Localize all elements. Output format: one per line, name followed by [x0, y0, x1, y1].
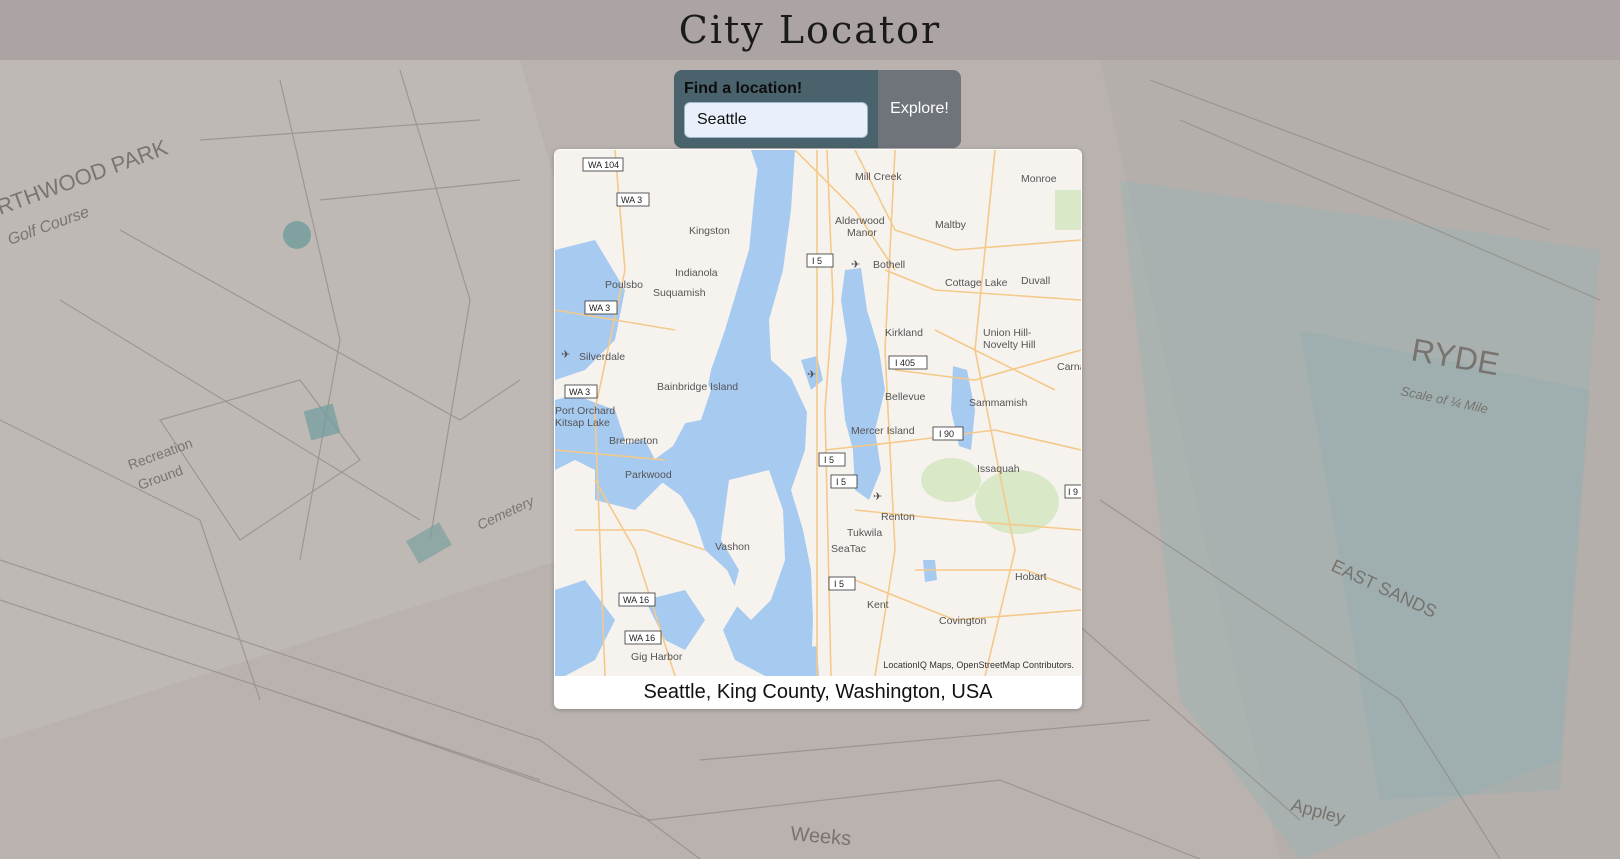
svg-text:Monroe: Monroe — [1021, 173, 1057, 185]
svg-text:I 5: I 5 — [824, 455, 834, 465]
svg-text:Sammamish: Sammamish — [969, 397, 1028, 409]
svg-text:Vashon: Vashon — [715, 541, 750, 553]
svg-text:Alderwood: Alderwood — [835, 215, 885, 227]
search-label: Find a location! — [684, 80, 803, 97]
svg-text:WA 104: WA 104 — [588, 160, 619, 170]
svg-text:Kent: Kent — [867, 599, 889, 611]
svg-text:✈: ✈ — [873, 491, 882, 503]
svg-text:Bellevue: Bellevue — [885, 391, 925, 403]
svg-text:Poulsbo: Poulsbo — [605, 279, 643, 291]
svg-text:WA 3: WA 3 — [569, 387, 590, 397]
svg-text:Duvall: Duvall — [1021, 275, 1050, 287]
svg-text:Tukwila: Tukwila — [847, 527, 882, 539]
map-attribution: LocationIQ Maps, OpenStreetMap Contribut… — [883, 660, 1074, 670]
svg-text:Port Orchard: Port Orchard — [555, 405, 615, 417]
svg-text:Bainbridge Island: Bainbridge Island — [657, 381, 738, 393]
svg-text:Cottage Lake: Cottage Lake — [945, 277, 1008, 289]
svg-text:✈: ✈ — [807, 369, 816, 381]
svg-text:✈: ✈ — [851, 259, 860, 271]
svg-text:I 5: I 5 — [812, 256, 822, 266]
svg-text:Kitsap Lake: Kitsap Lake — [555, 417, 610, 429]
svg-text:I 5: I 5 — [836, 477, 846, 487]
svg-text:I 405: I 405 — [895, 358, 915, 368]
svg-text:Parkwood: Parkwood — [625, 469, 672, 481]
app-title: City Locator — [678, 8, 942, 52]
svg-text:Kirkland: Kirkland — [885, 327, 923, 339]
search-form: Find a location! — [674, 70, 878, 148]
explore-button[interactable]: Explore! — [878, 70, 961, 148]
svg-text:Issaquah: Issaquah — [977, 463, 1020, 475]
svg-text:Novelty Hill: Novelty Hill — [983, 339, 1036, 351]
svg-text:Maltby: Maltby — [935, 219, 967, 231]
svg-text:Silverdale: Silverdale — [579, 351, 625, 363]
location-result: Seattle, King County, Washington, USA — [643, 681, 993, 703]
svg-text:Manor: Manor — [847, 227, 877, 239]
svg-text:Indianola: Indianola — [675, 267, 718, 279]
svg-text:Union Hill-: Union Hill- — [983, 327, 1032, 339]
svg-text:Bremerton: Bremerton — [609, 435, 658, 447]
svg-text:Suquamish: Suquamish — [653, 287, 706, 299]
svg-text:✈: ✈ — [561, 349, 570, 361]
svg-text:Kingston: Kingston — [689, 225, 730, 237]
map-view[interactable]: Mill Creek Monroe Alderwood Manor Maltby… — [555, 150, 1081, 676]
search-panel: Find a location! Explore! — [674, 70, 962, 148]
svg-text:Gig Harbor: Gig Harbor — [631, 651, 683, 663]
svg-text:Carnation: Carnation — [1057, 361, 1081, 373]
svg-text:I 90: I 90 — [939, 429, 954, 439]
svg-text:Renton: Renton — [881, 511, 915, 523]
svg-text:Covington: Covington — [939, 615, 986, 627]
map-card: Mill Creek Monroe Alderwood Manor Maltby… — [554, 149, 1082, 709]
svg-text:SeaTac: SeaTac — [831, 543, 866, 555]
svg-text:Hobart: Hobart — [1015, 571, 1047, 583]
svg-text:Mercer Island: Mercer Island — [851, 425, 915, 437]
svg-text:WA 3: WA 3 — [589, 303, 610, 313]
location-search-input[interactable] — [684, 102, 868, 138]
svg-text:WA 16: WA 16 — [629, 633, 655, 643]
svg-text:I 5: I 5 — [834, 579, 844, 589]
svg-text:I 9: I 9 — [1068, 487, 1078, 497]
svg-text:WA 16: WA 16 — [623, 595, 649, 605]
svg-text:Mill Creek: Mill Creek — [855, 171, 902, 183]
svg-text:WA 3: WA 3 — [621, 195, 642, 205]
svg-text:Bothell: Bothell — [873, 259, 905, 271]
app-header: City Locator — [0, 0, 1620, 60]
